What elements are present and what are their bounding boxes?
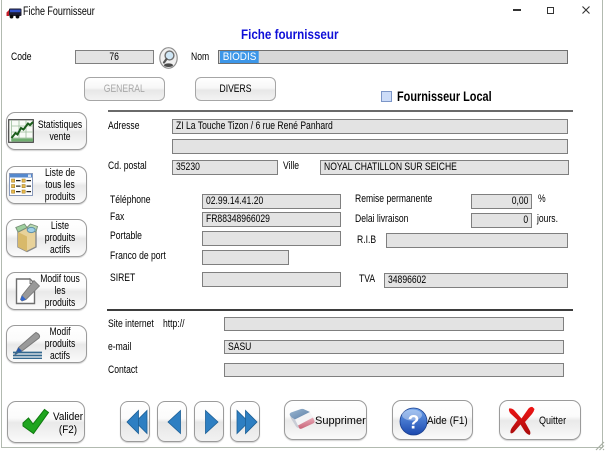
svg-text:?: ? <box>408 413 420 434</box>
